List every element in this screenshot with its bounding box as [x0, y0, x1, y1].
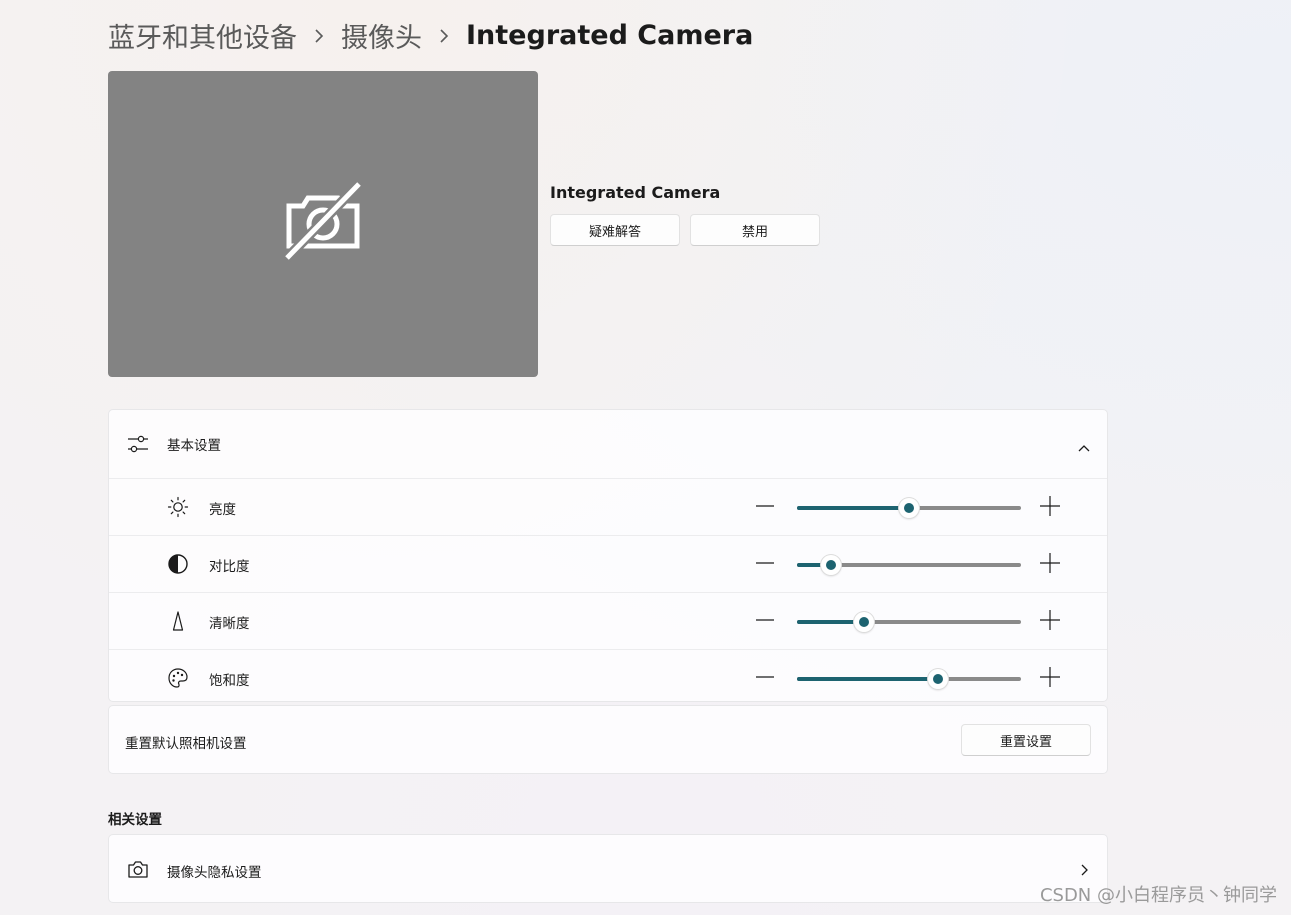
chevron-up-icon[interactable]	[1077, 438, 1091, 457]
brightness-slider-thumb[interactable]	[899, 498, 919, 518]
basic-settings-card: 基本设置 亮度 对比度 清晰度 饱和度	[108, 409, 1108, 702]
saturation-icon	[167, 667, 189, 689]
camera-name: Integrated Camera	[550, 183, 721, 202]
slider-row-saturation: 饱和度	[109, 650, 1107, 706]
contrast-slider-thumb[interactable]	[820, 555, 841, 575]
breadcrumb-cameras[interactable]: 摄像头	[341, 16, 422, 55]
troubleshoot-button[interactable]: 疑难解答	[550, 214, 680, 246]
camera-icon	[127, 859, 149, 883]
brightness-increase-icon[interactable]	[1039, 495, 1061, 521]
camera-info: Integrated Camera 疑难解答 禁用	[550, 182, 820, 246]
related-settings-title: 相关设置	[108, 812, 162, 828]
reset-card: 重置默认照相机设置 重置设置	[108, 705, 1108, 774]
saturation-label: 饱和度	[209, 673, 250, 689]
contrast-increase-icon[interactable]	[1039, 552, 1061, 578]
sharpness-label: 清晰度	[209, 616, 250, 632]
sharpness-slider[interactable]	[797, 612, 1021, 632]
saturation-increase-icon[interactable]	[1039, 666, 1061, 692]
sharpness-slider-thumb[interactable]	[854, 612, 875, 632]
contrast-slider[interactable]	[797, 555, 1021, 575]
brightness-slider-fill	[797, 506, 909, 510]
contrast-decrease-icon[interactable]	[755, 553, 775, 577]
chevron-right-icon	[297, 20, 341, 51]
watermark: CSDN @小白程序员丶钟同学	[1039, 885, 1277, 906]
breadcrumb: 蓝牙和其他设备 摄像头 Integrated Camera	[108, 14, 753, 56]
camera-actions: 疑难解答 禁用	[550, 214, 820, 246]
camera-privacy-settings-link[interactable]: 摄像头隐私设置	[108, 834, 1108, 903]
basic-settings-header[interactable]: 基本设置	[109, 410, 1107, 479]
contrast-label: 对比度	[209, 559, 250, 575]
saturation-slider[interactable]	[797, 669, 1021, 689]
chevron-right-icon	[422, 20, 466, 51]
sliders-icon	[127, 434, 149, 458]
basic-settings-title: 基本设置	[167, 438, 221, 454]
brightness-icon	[167, 496, 189, 518]
camera-preview	[108, 71, 538, 377]
saturation-decrease-icon[interactable]	[755, 667, 775, 691]
camera-off-icon	[281, 180, 365, 268]
brightness-decrease-icon[interactable]	[755, 496, 775, 520]
sharpness-increase-icon[interactable]	[1039, 609, 1061, 635]
slider-row-brightness: 亮度	[109, 479, 1107, 536]
slider-row-contrast: 对比度	[109, 536, 1107, 593]
sharpness-icon	[167, 610, 189, 632]
slider-row-sharpness: 清晰度	[109, 593, 1107, 650]
reset-settings-button[interactable]: 重置设置	[961, 724, 1091, 756]
brightness-label: 亮度	[209, 502, 236, 518]
sharpness-decrease-icon[interactable]	[755, 610, 775, 634]
saturation-slider-thumb[interactable]	[928, 669, 949, 689]
contrast-icon	[167, 553, 189, 575]
reset-label: 重置默认照相机设置	[125, 736, 247, 752]
disable-button[interactable]: 禁用	[690, 214, 820, 246]
page-title: Integrated Camera	[466, 19, 754, 51]
breadcrumb-bluetooth-devices[interactable]: 蓝牙和其他设备	[108, 16, 297, 55]
chevron-right-icon	[1079, 862, 1089, 881]
camera-privacy-label: 摄像头隐私设置	[167, 865, 262, 881]
saturation-slider-fill	[797, 677, 939, 681]
brightness-slider[interactable]	[797, 498, 1021, 518]
